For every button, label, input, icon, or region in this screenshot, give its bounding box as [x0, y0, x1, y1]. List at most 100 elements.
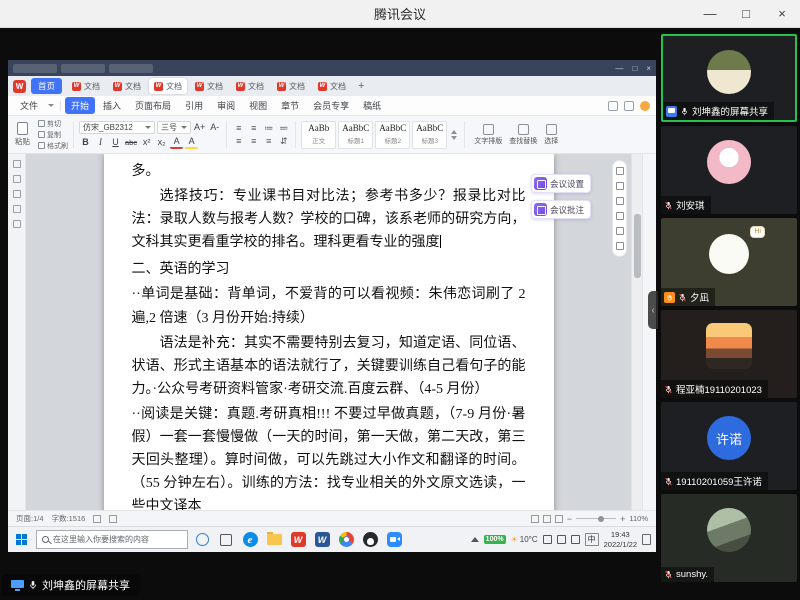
word-count[interactable]: 字数:1516 — [52, 513, 86, 524]
wps-maximize-button[interactable]: □ — [632, 64, 637, 73]
comment-icon[interactable] — [616, 197, 624, 205]
select-button[interactable]: 选择 — [544, 124, 558, 146]
style-normal[interactable]: AaBb 正文 — [301, 121, 336, 149]
cortana-icon[interactable] — [192, 530, 212, 550]
numbered-list-icon[interactable]: ≕ — [277, 123, 290, 134]
web-mode-icon[interactable] — [555, 515, 563, 523]
text-tools-button[interactable]: 文字排版 — [474, 124, 502, 146]
ribbon-tab-insert[interactable]: 插入 — [97, 97, 127, 114]
zoom-in-button[interactable]: + — [620, 514, 625, 524]
doc-tab[interactable]: W文档 — [231, 78, 269, 94]
decrease-indent-icon[interactable]: ≡ — [232, 123, 245, 133]
tencent-meeting-icon[interactable] — [384, 530, 404, 550]
file-explorer-icon[interactable] — [264, 530, 284, 550]
minimize-button[interactable]: — — [692, 0, 728, 27]
save-icon[interactable] — [13, 160, 21, 168]
meeting-settings-button[interactable]: 会议设置 — [531, 174, 591, 193]
cut-button[interactable]: 剪切 — [38, 119, 68, 129]
ribbon-tab-section[interactable]: 章节 — [275, 97, 305, 114]
doc-tab[interactable]: W文档 — [190, 78, 228, 94]
account-avatar[interactable] — [640, 101, 650, 111]
tray-expand-icon[interactable] — [471, 537, 479, 542]
ribbon-tab-review[interactable]: 审阅 — [211, 97, 241, 114]
wps-home-button[interactable]: 首页 — [31, 78, 62, 94]
font-name-select[interactable]: 仿宋_GB2312 — [79, 121, 155, 134]
find-replace-button[interactable]: 查找替换 — [509, 124, 537, 146]
wps-minimize-button[interactable]: — — [615, 64, 623, 73]
participant-tile[interactable]: 程亚楠19110201023 — [661, 310, 797, 398]
wps-app-icon[interactable]: W — [288, 530, 308, 550]
meeting-annotation-button[interactable]: 会议批注 — [531, 200, 591, 219]
participant-tile[interactable]: sunshy. — [661, 494, 797, 582]
zoom-slider[interactable] — [576, 518, 616, 519]
zoom-knob[interactable] — [598, 516, 604, 522]
styles-scroll[interactable] — [449, 130, 459, 140]
start-button[interactable] — [10, 529, 32, 551]
input-method-indicator[interactable]: 中 — [585, 533, 599, 546]
doc-tab-active[interactable]: W文档 — [149, 78, 187, 94]
style-heading1[interactable]: AaBbC 标题1 — [338, 121, 373, 149]
participant-tile[interactable]: 许诺 19110201059王许诺 — [661, 402, 797, 490]
wps-close-button[interactable]: × — [646, 64, 651, 73]
word-app-icon[interactable]: W — [312, 530, 332, 550]
ribbon-tab-page-layout[interactable]: 页面布局 — [129, 97, 177, 114]
style-heading3[interactable]: AaBbC 标题3 — [412, 121, 447, 149]
qq-icon[interactable] — [360, 530, 380, 550]
participant-tile[interactable]: 刘安琪 — [661, 126, 797, 214]
ribbon-tab-member[interactable]: 会员专享 — [307, 97, 355, 114]
line-spacing-icon[interactable]: ⇵ — [277, 136, 290, 147]
doc-tab[interactable]: W文档 — [108, 78, 146, 94]
battery-icon[interactable] — [571, 535, 580, 544]
undo-icon[interactable] — [13, 190, 21, 198]
battery-percentage-badge[interactable]: 100% — [484, 535, 506, 544]
format-painter-button[interactable]: 格式刷 — [38, 141, 68, 151]
search-command-icon[interactable] — [608, 101, 618, 111]
strikethrough-button[interactable]: abc — [124, 136, 138, 149]
cloud-sync-icon[interactable] — [624, 101, 634, 111]
style-heading2[interactable]: AaBbC 标题2 — [375, 121, 410, 149]
edit-icon[interactable] — [616, 182, 624, 190]
notification-center-icon[interactable] — [642, 534, 651, 545]
collapse-sidebar-handle[interactable]: ‹ — [648, 291, 658, 329]
align-right-icon[interactable]: ≡ — [262, 136, 275, 146]
new-doc-tab-button[interactable]: + — [354, 80, 368, 92]
document-canvas[interactable]: 多。 选择技巧：专业课书目对比法；参考书多少？报录比对比法：录取人数与报考人数？… — [26, 154, 631, 510]
shrink-font-button[interactable]: A- — [208, 121, 221, 134]
increase-indent-icon[interactable]: ≡ — [247, 123, 260, 133]
maximize-button[interactable]: □ — [728, 0, 764, 27]
doc-tab[interactable]: W文档 — [67, 78, 105, 94]
close-button[interactable]: × — [764, 0, 800, 27]
read-mode-icon[interactable] — [531, 515, 539, 523]
bullet-list-icon[interactable]: ≔ — [262, 123, 275, 134]
taskbar-search-input[interactable]: 在这里输入你要搜索的内容 — [36, 530, 188, 549]
document-page[interactable]: 多。 选择技巧：专业课书目对比法；参考书多少？报录比对比法：录取人数与报考人数？… — [104, 154, 554, 510]
outline-icon[interactable] — [13, 220, 21, 228]
superscript-button[interactable]: x² — [140, 136, 153, 149]
weather-indicator[interactable]: ☀10°C — [511, 535, 538, 544]
font-color-button[interactable]: A — [170, 136, 183, 149]
proofread-icon[interactable] — [109, 515, 117, 523]
vertical-scrollbar[interactable] — [631, 154, 642, 510]
taskbar-clock[interactable]: 19:43 2022/1/22 — [604, 530, 637, 549]
align-center-icon[interactable]: ≡ — [247, 136, 260, 146]
file-menu-caret-icon[interactable] — [48, 104, 54, 107]
settings-icon[interactable] — [616, 242, 624, 250]
italic-button[interactable]: I — [94, 136, 107, 149]
highlight-color-button[interactable]: A — [185, 136, 198, 149]
subscript-button[interactable]: x₂ — [155, 136, 168, 149]
participant-tile-sharer[interactable]: 刘坤鑫的屏幕共享 — [661, 34, 797, 122]
chrome-icon[interactable] — [336, 530, 356, 550]
network-icon[interactable] — [557, 535, 566, 544]
ribbon-tab-file[interactable]: 文件 — [14, 97, 44, 114]
share-icon[interactable] — [616, 167, 624, 175]
bold-button[interactable]: B — [79, 136, 92, 149]
edge-icon[interactable]: e — [240, 530, 260, 550]
redo-icon[interactable] — [13, 205, 21, 213]
underline-button[interactable]: U — [109, 136, 122, 149]
scrollbar-thumb[interactable] — [634, 214, 641, 278]
align-left-icon[interactable]: ≡ — [232, 136, 245, 146]
ribbon-tab-references[interactable]: 引用 — [179, 97, 209, 114]
doc-tab[interactable]: W文档 — [272, 78, 310, 94]
page-mode-icon[interactable] — [543, 515, 551, 523]
ribbon-tab-home[interactable]: 开始 — [65, 97, 95, 114]
